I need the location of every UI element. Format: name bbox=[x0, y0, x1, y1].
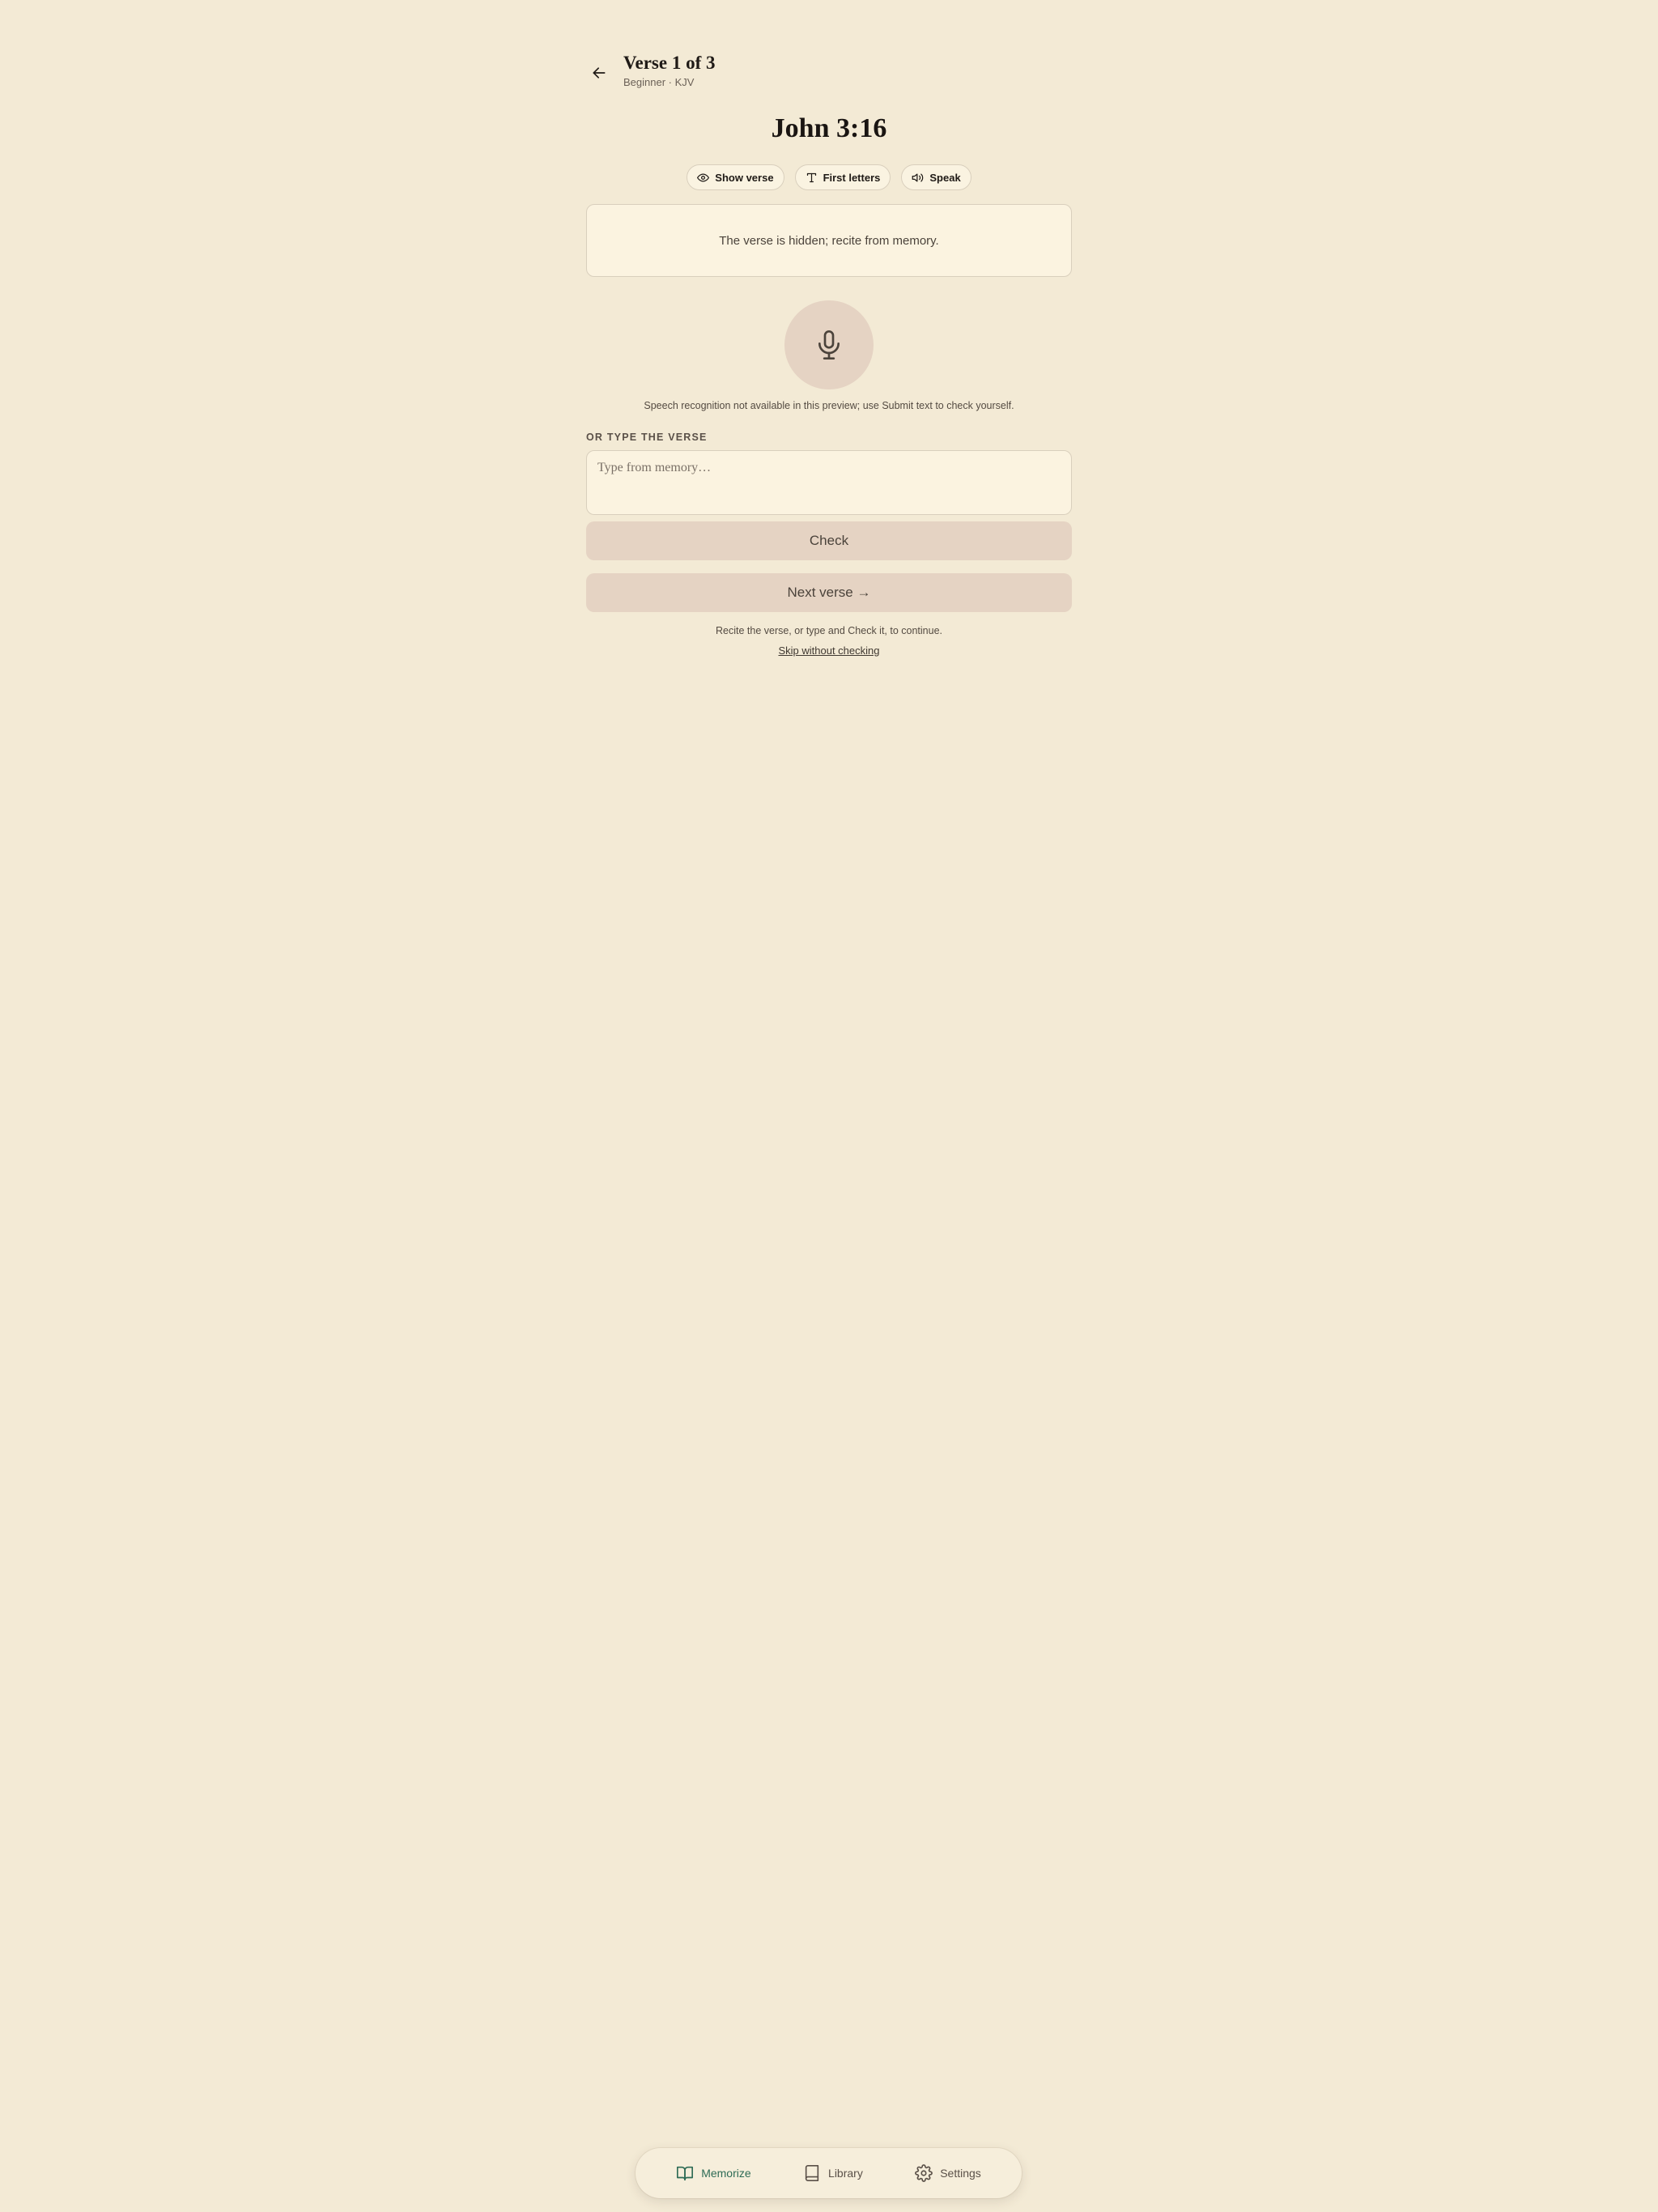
next-verse-label: Next verse → bbox=[787, 585, 871, 600]
page-title: Verse 1 of 3 bbox=[623, 53, 716, 73]
nav-settings[interactable]: Settings bbox=[915, 2164, 981, 2182]
eye-icon bbox=[697, 173, 710, 181]
microphone-button[interactable] bbox=[784, 300, 874, 389]
nav-library-label: Library bbox=[828, 2167, 863, 2180]
hidden-verse-message: The verse is hidden; recite from memory. bbox=[719, 233, 939, 248]
first-letters-chip[interactable]: First letters bbox=[794, 164, 891, 190]
type-verse-label: OR TYPE THE VERSE bbox=[586, 432, 708, 443]
type-icon bbox=[806, 172, 816, 182]
verse-input[interactable] bbox=[586, 450, 1072, 515]
arrow-left-icon bbox=[593, 67, 606, 79]
open-book-icon bbox=[677, 2166, 694, 2181]
next-verse-button[interactable]: Next verse → bbox=[586, 573, 1072, 612]
speak-label: Speak bbox=[929, 171, 961, 184]
mode-chips: Show verse First letters Speak bbox=[0, 164, 1658, 190]
back-button[interactable] bbox=[586, 60, 612, 86]
header: Verse 1 of 3 Beginner · KJV bbox=[586, 50, 1072, 96]
nav-memorize[interactable]: Memorize bbox=[676, 2164, 751, 2182]
show-verse-label: Show verse bbox=[715, 171, 774, 184]
microphone-icon bbox=[818, 330, 840, 359]
show-verse-chip[interactable]: Show verse bbox=[687, 164, 784, 190]
check-button[interactable]: Check bbox=[586, 521, 1072, 560]
verse-reference: John 3:16 bbox=[771, 113, 887, 143]
nav-settings-label: Settings bbox=[940, 2167, 981, 2180]
first-letters-label: First letters bbox=[823, 171, 881, 184]
bottom-nav: Memorize Library Settings bbox=[636, 2148, 1022, 2198]
continue-hint: Recite the verse, or type and Check it, … bbox=[715, 625, 942, 636]
page-subtitle: Beginner · KJV bbox=[623, 76, 695, 88]
verse-card: The verse is hidden; recite from memory. bbox=[586, 204, 1072, 277]
skip-link[interactable]: Skip without checking bbox=[0, 644, 1658, 658]
speaker-icon bbox=[912, 173, 924, 181]
gear-icon bbox=[915, 2164, 933, 2182]
check-label: Check bbox=[809, 533, 849, 548]
speak-chip[interactable]: Speak bbox=[901, 164, 971, 190]
book-icon bbox=[805, 2165, 819, 2181]
nav-library[interactable]: Library bbox=[803, 2164, 863, 2182]
speech-note: Speech recognition not available in this… bbox=[644, 400, 1014, 411]
nav-memorize-label: Memorize bbox=[701, 2167, 751, 2180]
